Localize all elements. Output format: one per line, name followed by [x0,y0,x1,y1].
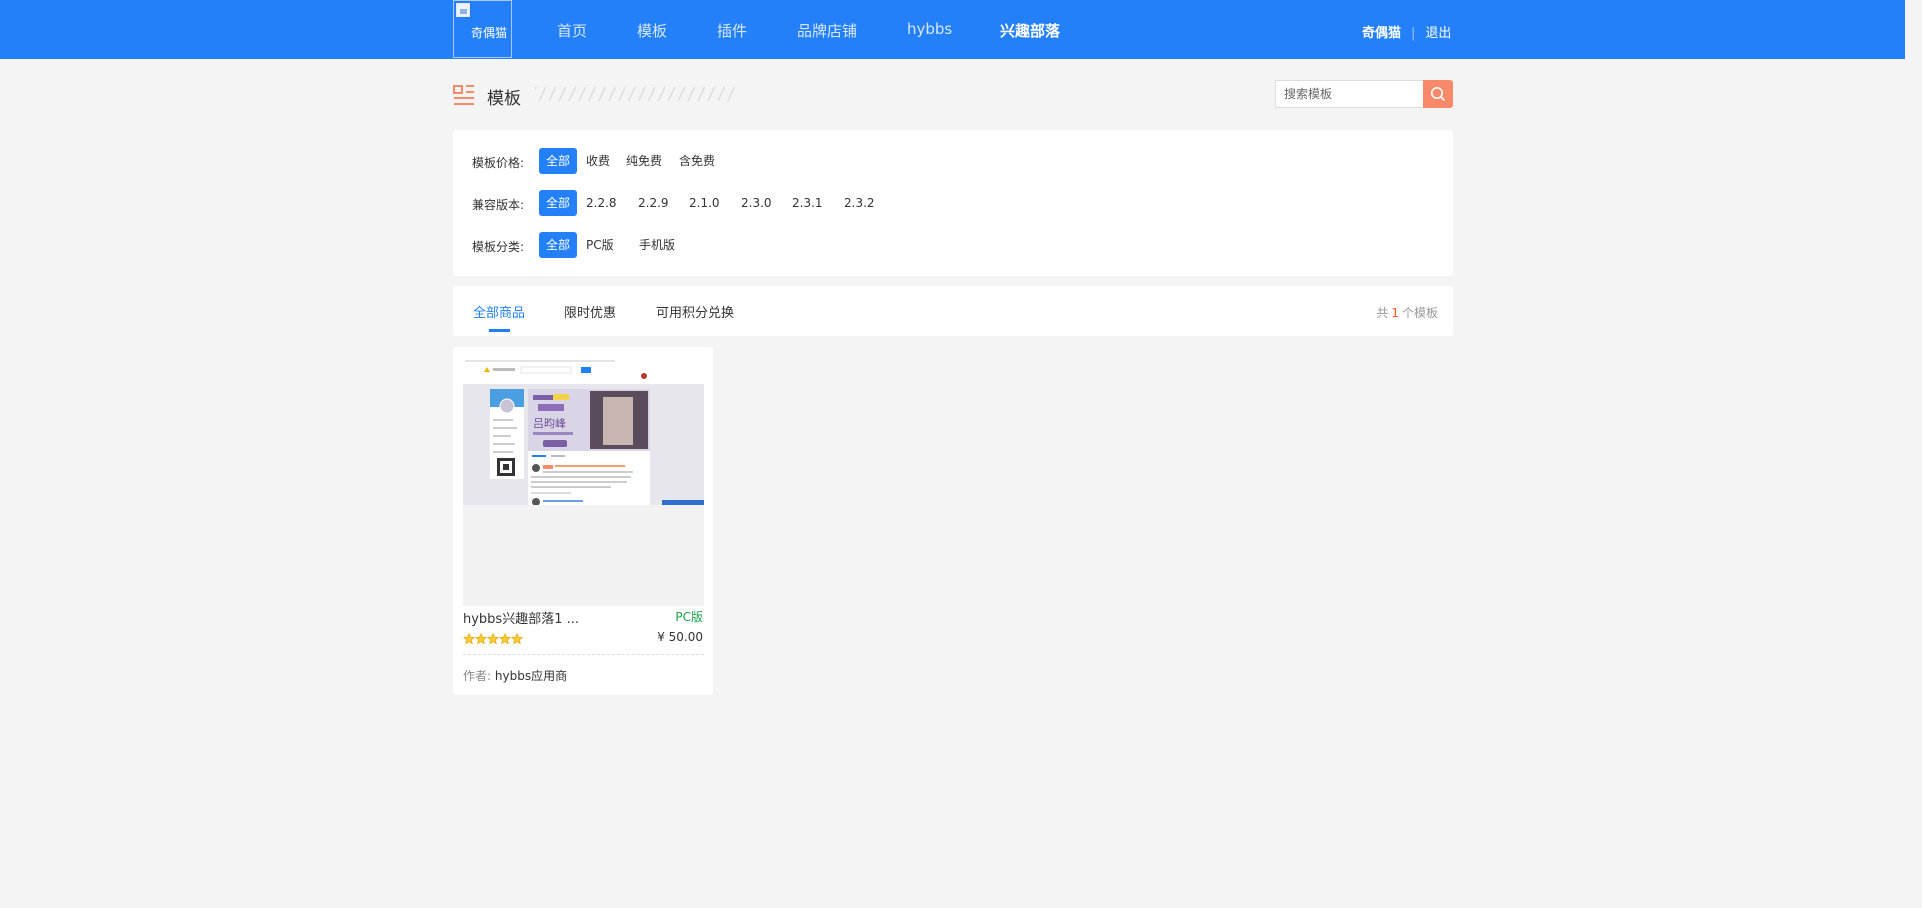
product-title[interactable]: hybbs兴趣部落1 ... [463,608,579,627]
star-icon [499,633,511,645]
star-icon [487,633,499,645]
count-suffix: 个模板 [1401,306,1438,320]
product-card[interactable]: 吕昀峰 hybbs兴趣部落1 ... PC版 ¥ 50.00 作者: hybbs… [453,347,713,695]
scrollbar-track[interactable] [1905,0,1922,908]
nav-item-brand-stores[interactable]: 品牌店铺 [797,20,857,41]
nav-item-hybbs[interactable]: hybbs [907,20,952,38]
version-option-2-3-0[interactable]: 2.3.0 [734,190,779,216]
filter-panel: 模板价格: 全部 收费 纯免费 含免费 兼容版本: 全部 2.2.8 2.2.9… [453,130,1453,276]
version-option-2-2-8[interactable]: 2.2.8 [579,190,624,216]
template-count: 共 1 个模板 [1376,304,1438,321]
filter-row-version: 兼容版本: 全部 2.2.8 2.2.9 2.1.0 2.3.0 2.3.1 2… [453,190,1453,218]
price-option-pure-free[interactable]: 纯免费 [619,148,669,174]
version-option-all[interactable]: 全部 [539,190,578,216]
rating-stars [463,630,523,645]
logout-link[interactable]: 退出 [1425,26,1451,41]
price-option-includes-free[interactable]: 含免费 [672,148,722,174]
version-option-2-3-2[interactable]: 2.3.2 [837,190,882,216]
price-option-all[interactable]: 全部 [539,148,578,174]
thumbnail-preview-image: 吕昀峰 [463,357,704,606]
product-tabs: 全部商品 限时优惠 可用积分兑换 共 1 个模板 [453,286,1453,336]
star-icon [475,633,487,645]
top-nav-bar: 奇偶猫 首页 模板 插件 品牌店铺 hybbs 兴趣部落 奇偶猫 | 退出 [0,0,1905,59]
filter-row-price: 模板价格: 全部 收费 纯免费 含免费 [453,148,1453,176]
tab-all-products[interactable]: 全部商品 [473,302,525,321]
site-logo[interactable]: 奇偶猫 [453,0,512,58]
username-link[interactable]: 奇偶猫 [1362,26,1401,41]
count-prefix: 共 [1376,306,1389,320]
version-option-2-3-1[interactable]: 2.3.1 [785,190,830,216]
title-decoration [535,87,735,101]
search-input[interactable] [1275,80,1424,108]
author-label: 作者: [463,669,492,683]
product-thumbnail[interactable]: 吕昀峰 [463,357,704,606]
broken-image-icon [456,3,470,17]
nav-item-plugins[interactable]: 插件 [717,20,747,41]
count-value: 1 [1391,306,1399,320]
tab-points-exchange[interactable]: 可用积分兑换 [656,302,734,321]
price-option-paid[interactable]: 收费 [579,148,617,174]
page-title: 模板 [487,89,521,109]
template-section-icon [453,85,474,105]
nav-item-templates[interactable]: 模板 [637,20,667,41]
category-option-all[interactable]: 全部 [539,232,578,258]
tab-limited-offer[interactable]: 限时优惠 [564,302,616,321]
filter-label-category: 模板分类: [472,240,525,254]
active-tab-indicator [489,329,510,332]
star-icon [511,633,523,645]
filter-label-version: 兼容版本: [472,198,525,212]
user-area: 奇偶猫 | 退出 [1362,22,1451,41]
version-option-2-2-9[interactable]: 2.2.9 [631,190,676,216]
nav-item-interest-tribe[interactable]: 兴趣部落 [1000,20,1060,41]
category-option-pc[interactable]: PC版 [579,232,621,258]
filter-label-price: 模板价格: [472,156,525,170]
logo-alt-text: 奇偶猫 [471,26,508,40]
svg-text:吕昀峰: 吕昀峰 [533,416,566,430]
product-author: 作者: hybbs应用商 [463,667,567,684]
product-type-badge: PC版 [675,610,703,624]
search-button[interactable] [1423,80,1453,108]
author-name[interactable]: hybbs应用商 [495,669,567,683]
category-option-mobile[interactable]: 手机版 [632,232,682,258]
product-price: ¥ 50.00 [657,630,703,644]
filter-row-category: 模板分类: 全部 PC版 手机版 [453,232,1453,260]
version-option-2-1-0[interactable]: 2.1.0 [682,190,727,216]
card-divider [463,654,704,655]
user-separator: | [1411,26,1416,41]
star-icon [463,633,475,645]
search-icon [1431,87,1446,102]
nav-item-home[interactable]: 首页 [557,20,587,41]
